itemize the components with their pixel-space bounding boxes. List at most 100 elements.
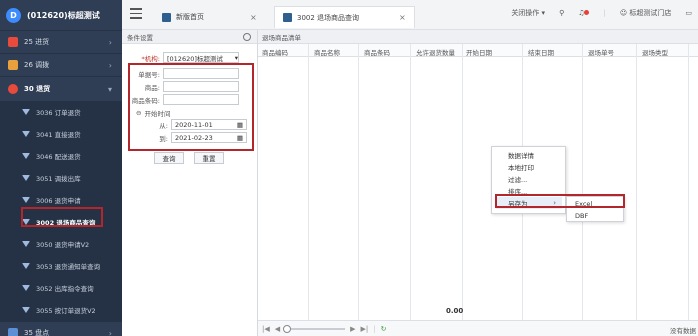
menu-item-sort[interactable]: 排序... xyxy=(508,186,527,196)
column-divider xyxy=(462,44,463,334)
menu-item-data-details[interactable]: 数据详情 xyxy=(508,150,534,160)
start-time-row: ⊖ 开始时间 xyxy=(136,108,170,118)
org-select[interactable]: [012620]标超测试 ▾ xyxy=(163,52,239,63)
sidebar-item-label: 3036 订单退货 xyxy=(36,109,81,117)
save-as-submenu: Excel DBF xyxy=(566,196,624,222)
inventory-icon xyxy=(8,328,18,336)
menu-item-icon xyxy=(22,241,30,247)
close-operations-dropdown[interactable]: 关闭操作 ▾ xyxy=(511,8,545,18)
calendar-icon[interactable]: ▦ xyxy=(237,134,243,142)
column-header[interactable]: 结束日期 xyxy=(528,47,554,57)
sidebar-group-label: 26 调拨 xyxy=(24,61,50,69)
sidebar-item-label: 3052 出库指令查询 xyxy=(36,285,94,293)
conditions-header: 条件设置 xyxy=(122,30,257,44)
sidebar-item-3051[interactable]: 3051 调拨出库 xyxy=(0,167,122,189)
column-divider xyxy=(688,44,689,334)
sidebar-item-3041[interactable]: 3041 直接退货 xyxy=(0,123,122,145)
to-date-value: 2021-02-23 xyxy=(175,133,213,142)
from-date-input[interactable]: 2020-11-01 ▦ xyxy=(171,119,247,130)
column-header[interactable]: 商品名称 xyxy=(314,47,340,57)
tab-icon xyxy=(162,12,171,22)
close-icon[interactable]: × xyxy=(399,13,406,22)
sidebar-item-3046[interactable]: 3046 配送退货 xyxy=(0,145,122,167)
sidebar-item-3036[interactable]: 3036 订单退货 xyxy=(0,101,122,123)
last-page-icon[interactable]: ▶| xyxy=(361,325,369,333)
store-name: 标超测试门店 xyxy=(629,9,672,17)
page-slider[interactable] xyxy=(283,324,346,333)
store-selector[interactable]: ☺ 标超测试门店 xyxy=(620,8,672,18)
start-time-label: 开始时间 xyxy=(144,110,171,118)
doc-number-input[interactable] xyxy=(163,68,239,79)
doc-row: 单据号: xyxy=(130,68,239,79)
first-page-icon[interactable]: |◀ xyxy=(262,325,270,333)
tab-home[interactable]: 新版首页 × xyxy=(154,6,265,28)
sidebar-item-label: 3046 配送退货 xyxy=(36,153,81,161)
menu-item-local-print[interactable]: 本地打印 xyxy=(508,162,534,172)
org-label: *机构: xyxy=(141,54,160,63)
sidebar-group-inventory[interactable]: 35 盘点 › xyxy=(0,321,122,336)
close-icon[interactable]: × xyxy=(250,13,257,22)
column-divider xyxy=(308,44,309,334)
menu-item-dbf[interactable]: DBF xyxy=(575,212,588,220)
query-button[interactable]: 查询 xyxy=(154,152,184,164)
barcode-input[interactable] xyxy=(163,94,239,105)
sidebar-item-3006[interactable]: 3006 退货申请 xyxy=(0,189,122,211)
sidebar-group-return[interactable]: 30 退货 ▾ xyxy=(0,76,122,101)
menu-item-icon xyxy=(22,109,30,115)
to-date-input[interactable]: 2021-02-23 ▦ xyxy=(171,132,247,143)
sidebar: D (012620)标超测试 25 进货 › 26 调拨 › 30 退货 ▾ 3… xyxy=(0,0,122,336)
column-header[interactable]: 商品条码 xyxy=(364,47,390,57)
menu-item-icon xyxy=(22,197,30,203)
column-header[interactable]: 退场单号 xyxy=(588,47,614,57)
goods-input[interactable] xyxy=(163,81,239,92)
column-header[interactable]: 退场类型 xyxy=(642,47,668,57)
sidebar-group-purchase[interactable]: 25 进货 › xyxy=(0,30,122,53)
sidebar-item-label: 3006 退货申请 xyxy=(36,197,81,205)
goods-row: 商品: xyxy=(130,81,239,92)
reset-button[interactable]: 重置 xyxy=(194,152,224,164)
collapse-icon[interactable]: ⊖ xyxy=(136,109,141,117)
calendar-icon[interactable]: ▦ xyxy=(237,121,243,129)
menu-item-filter[interactable]: 过滤... xyxy=(508,174,527,184)
column-header-row: 商品编码 商品名称 商品条码 允许退货数量 开始日期 结束日期 退场单号 退场类… xyxy=(258,44,698,57)
return-icon xyxy=(8,84,18,94)
barcode-row: 商品条码: xyxy=(122,94,239,105)
sidebar-item-3002[interactable]: 3002 退场商品查询 xyxy=(0,211,122,233)
column-divider xyxy=(410,44,411,334)
sidebar-item-label: 3002 退场商品查询 xyxy=(36,219,96,227)
monitor-icon[interactable]: ▭ xyxy=(685,9,692,17)
from-date-value: 2020-11-01 xyxy=(175,120,213,129)
sidebar-item-3050[interactable]: 3050 退货申请V2 xyxy=(0,233,122,255)
grid-title: 退场商品清单 xyxy=(258,30,698,44)
column-divider xyxy=(582,44,583,334)
sidebar-item-3055[interactable]: 3055 按订单退货V2 xyxy=(0,299,122,321)
column-header[interactable]: 允许退货数量 xyxy=(416,47,455,57)
gear-icon[interactable] xyxy=(243,33,251,41)
notification-icon[interactable]: ♫ xyxy=(578,9,590,17)
hamburger-menu-icon[interactable] xyxy=(130,8,142,22)
next-page-icon[interactable]: ▶ xyxy=(350,325,355,333)
sidebar-item-label: 3041 直接退货 xyxy=(36,131,81,139)
to-row: 到: 2021-02-23 ▦ xyxy=(130,132,247,143)
topbar-right: 关闭操作 ▾ ⚲ ♫ | ☺ 标超测试门店 ▭ xyxy=(511,8,692,18)
tab-label: 3002 退场商品查询 xyxy=(297,13,360,22)
prev-page-icon[interactable]: ◀ xyxy=(275,325,280,333)
menu-item-excel[interactable]: Excel xyxy=(575,200,592,208)
search-icon[interactable]: ⚲ xyxy=(559,9,564,17)
sidebar-item-3053[interactable]: 3053 退货通知单查询 xyxy=(0,255,122,277)
sidebar-group-label: 25 进货 xyxy=(24,38,50,46)
tab-3002[interactable]: 3002 退场商品查询 × xyxy=(274,6,415,28)
brand-header: D (012620)标超测试 xyxy=(0,0,122,30)
slider-knob[interactable] xyxy=(283,324,292,333)
sidebar-item-3052[interactable]: 3052 出库指令查询 xyxy=(0,277,122,299)
sidebar-group-transfer[interactable]: 26 调拨 › xyxy=(0,53,122,76)
tab-label: 新版首页 xyxy=(176,13,204,21)
refresh-icon[interactable]: ↻ xyxy=(381,325,387,333)
column-header[interactable]: 商品编码 xyxy=(262,47,288,57)
sidebar-item-label: 3055 按订单退货V2 xyxy=(36,307,96,315)
to-label: 到: xyxy=(159,134,168,143)
transfer-icon xyxy=(8,60,18,70)
menu-item-save-as[interactable]: 另存为 › xyxy=(496,197,562,209)
tab-icon xyxy=(283,13,292,22)
column-header[interactable]: 开始日期 xyxy=(466,47,492,57)
